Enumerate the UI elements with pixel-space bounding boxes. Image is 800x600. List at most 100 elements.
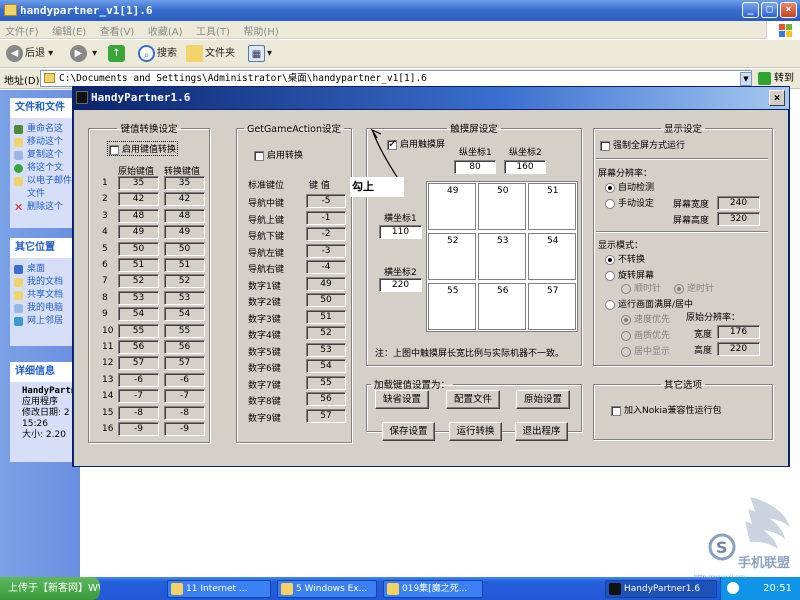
go-button[interactable]: 转到 (756, 70, 800, 87)
touch-grid-cell[interactable]: 56 (478, 283, 526, 330)
place-my-computer[interactable]: 我的电脑 (10, 302, 80, 315)
task-email[interactable]: 以电子邮件 (10, 175, 80, 188)
touch-grid-cell[interactable]: 54 (528, 233, 576, 280)
menu-view[interactable]: 查看(V) (95, 21, 140, 40)
key-convert-enable-checkbox[interactable]: 启用键值转换 (107, 141, 179, 156)
folders-button[interactable]: 文件夹 (186, 43, 235, 65)
orig-key-input[interactable]: -7 (118, 389, 159, 404)
conv-key-input[interactable]: -6 (164, 372, 205, 387)
orig-key-input[interactable]: -8 (118, 405, 159, 420)
menu-favorites[interactable]: 收藏(A) (143, 21, 188, 40)
conv-key-input[interactable]: 51 (164, 258, 205, 272)
touch-grid-cell[interactable]: 49 (428, 183, 476, 230)
x1-input[interactable]: 110 (379, 225, 422, 239)
touch-grid-cell[interactable]: 50 (478, 183, 526, 230)
touch-grid-cell[interactable]: 52 (428, 233, 476, 280)
auto-detect-radio[interactable]: 自动检测 (605, 180, 654, 193)
menu-help[interactable]: 帮助(H) (238, 21, 283, 40)
maximize-button[interactable]: □ (761, 2, 778, 18)
task-email-cont[interactable]: 文件 (10, 188, 80, 201)
start-button[interactable]: 上传于【新客网】WWW.XKER.COM (0, 577, 100, 600)
default-settings-button[interactable]: 缺省设置 (375, 390, 429, 409)
exit-program-button[interactable]: 退出程序 (515, 422, 568, 441)
forward-button[interactable]: ▶ ▾ (70, 43, 97, 65)
orig-key-input[interactable]: -6 (118, 372, 159, 387)
no-rotate-radio[interactable]: 不转换 (605, 252, 645, 265)
search-button[interactable]: ⌕ 搜索 (138, 43, 177, 65)
rotate-radio[interactable]: 旋转屏幕 (605, 268, 654, 281)
orig-key-input[interactable]: 55 (118, 323, 159, 338)
task-rename[interactable]: 重命名这 (10, 123, 80, 136)
game-key-value-input[interactable]: -5 (306, 194, 346, 208)
conv-key-input[interactable]: 57 (164, 356, 205, 371)
fullscreen-checkbox[interactable]: 强制全屏方式运行 (600, 138, 685, 151)
game-key-value-input[interactable]: 50 (306, 293, 346, 307)
conv-key-input[interactable]: 49 (164, 225, 205, 240)
game-key-value-input[interactable]: 55 (306, 375, 346, 390)
taskbar-item-explorer[interactable]: 5 Windows Ex... (277, 580, 377, 598)
conv-key-input[interactable]: 52 (164, 274, 205, 289)
conv-key-input[interactable]: 56 (164, 340, 205, 354)
center-display-radio[interactable]: 居中显示 (621, 344, 670, 357)
orig-key-input[interactable]: 48 (118, 208, 159, 223)
conv-key-input[interactable]: 50 (164, 241, 205, 256)
task-move[interactable]: 移动这个 (10, 136, 80, 149)
task-delete[interactable]: ✕ 删除这个 (10, 201, 80, 214)
taskbar-item-media[interactable]: 019集[魔之死... (383, 580, 483, 598)
orig-key-input[interactable]: 56 (118, 340, 159, 354)
back-button[interactable]: ◀ 后退 ▾ (6, 43, 53, 65)
place-shared-documents[interactable]: 共享文档 (10, 289, 80, 302)
touch-grid-cell[interactable]: 55 (428, 283, 476, 330)
place-network[interactable]: 网上邻居 (10, 315, 80, 328)
conv-key-input[interactable]: 54 (164, 307, 205, 322)
up-folder-button[interactable]: ↑ (108, 43, 127, 65)
counter-clockwise-radio[interactable]: 逆时针 (674, 281, 714, 294)
clockwise-radio[interactable]: 顺时针 (621, 281, 661, 294)
game-key-value-input[interactable]: 51 (306, 309, 346, 324)
orig-key-input[interactable]: 53 (118, 290, 159, 305)
y1-input[interactable]: 80 (454, 160, 496, 174)
place-desktop[interactable]: 桌面 (10, 263, 80, 276)
run-fullscreen-radio[interactable]: 运行画面满屏/居中 (605, 297, 693, 310)
manual-radio[interactable]: 手动设定 (605, 196, 654, 209)
taskbar-item-internet[interactable]: 11 Internet ... (167, 580, 271, 598)
menu-file[interactable]: 文件(F) (0, 21, 44, 40)
game-key-value-input[interactable]: 54 (306, 359, 346, 373)
game-key-value-input[interactable]: 53 (306, 342, 346, 357)
orig-key-input[interactable]: 50 (118, 241, 159, 256)
address-input[interactable]: C:\Documents and Settings\Administrator\… (40, 70, 752, 87)
game-key-value-input[interactable]: 56 (306, 392, 346, 406)
touch-grid-cell[interactable]: 57 (528, 283, 576, 330)
run-convert-button[interactable]: 运行转换 (449, 422, 502, 441)
game-key-value-input[interactable]: -4 (306, 260, 346, 274)
conv-key-input[interactable]: 35 (164, 176, 205, 190)
y2-input[interactable]: 160 (504, 160, 546, 174)
dialog-close-button[interactable]: × (769, 90, 785, 106)
orig-key-input[interactable]: 49 (118, 225, 159, 240)
place-my-documents[interactable]: 我的文档 (10, 276, 80, 289)
conv-key-input[interactable]: 55 (164, 323, 205, 338)
orig-height-input[interactable]: 220 (717, 342, 760, 356)
screen-width-input[interactable]: 240 (717, 196, 760, 210)
game-key-value-input[interactable]: 49 (306, 276, 346, 291)
nokia-compat-checkbox[interactable]: 加入Nokia兼容性运行包 (611, 403, 721, 416)
screen-height-input[interactable]: 320 (717, 212, 760, 226)
menu-tools[interactable]: 工具(T) (191, 21, 235, 40)
config-file-button[interactable]: 配置文件 (446, 390, 500, 409)
game-key-value-input[interactable]: 52 (306, 326, 346, 340)
conv-key-input[interactable]: 53 (164, 290, 205, 305)
taskbar-item-handypartner[interactable]: HandyPartner1.6 (605, 580, 717, 598)
conv-key-input[interactable]: 42 (164, 192, 205, 207)
game-key-value-input[interactable]: -2 (306, 227, 346, 241)
touch-grid-cell[interactable]: 53 (478, 233, 526, 280)
touch-grid-cell[interactable]: 51 (528, 183, 576, 230)
task-copy[interactable]: 复制这个 (10, 149, 80, 162)
orig-key-input[interactable]: 54 (118, 307, 159, 322)
minimize-button[interactable]: _ (742, 2, 759, 18)
close-button[interactable]: × (780, 2, 797, 18)
conv-key-input[interactable]: 48 (164, 208, 205, 223)
task-publish[interactable]: 将这个文 (10, 162, 80, 175)
conv-key-input[interactable]: -7 (164, 389, 205, 404)
menu-edit[interactable]: 编辑(E) (47, 21, 91, 40)
orig-key-input[interactable]: 51 (118, 258, 159, 272)
